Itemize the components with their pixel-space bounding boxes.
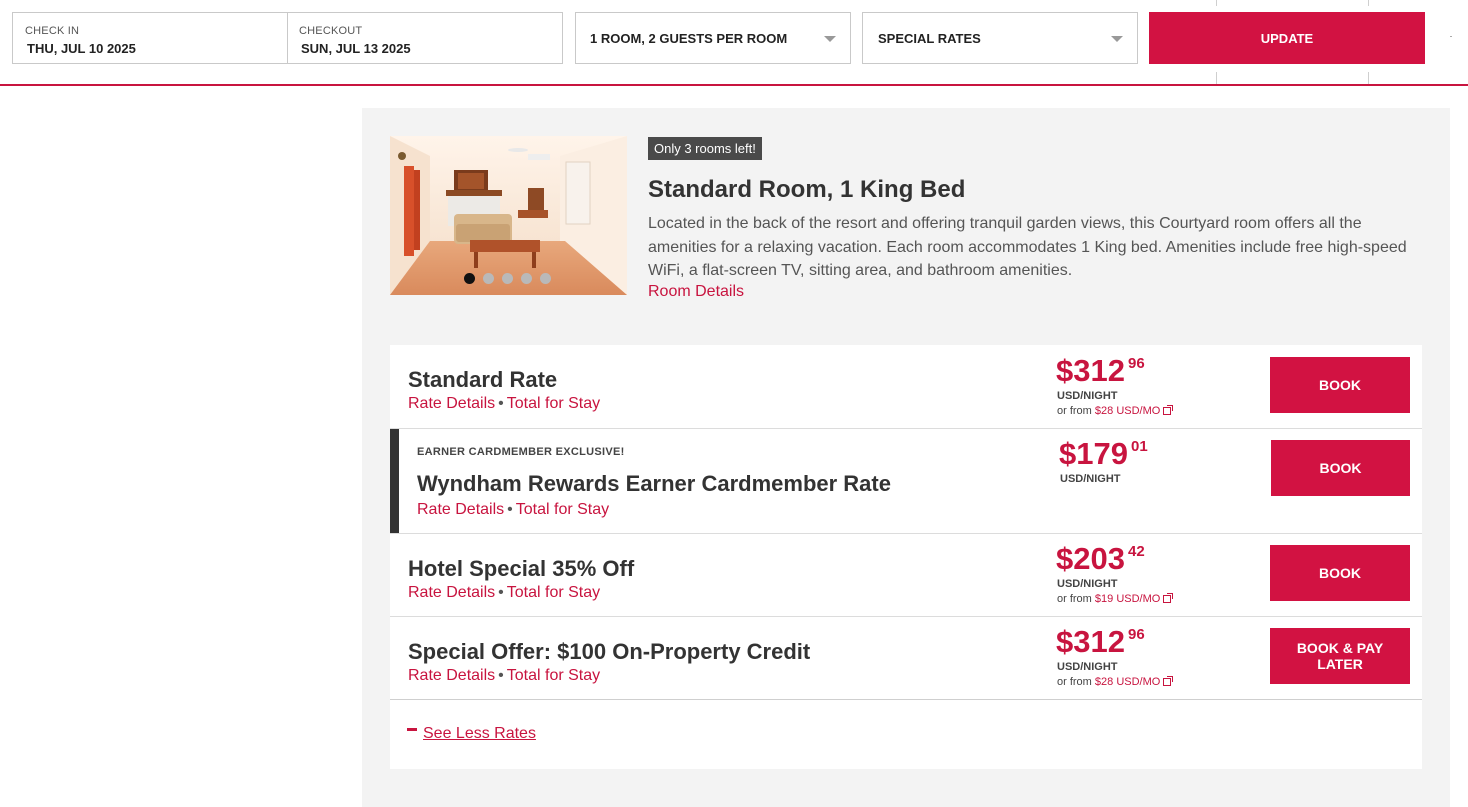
room-photo-carousel[interactable] — [390, 136, 627, 295]
rate-price: $312 96 — [1056, 353, 1145, 389]
monthly-price-link[interactable]: $28 USD/MO — [1095, 405, 1160, 417]
monthly-price: or from $28 USD/MO — [1057, 405, 1174, 417]
button-line: LATER — [1317, 656, 1363, 672]
link-separator: • — [498, 395, 504, 412]
rates-list: Standard Rate Rate Details • Total for Sta… — [390, 345, 1422, 769]
carousel-dot-4[interactable] — [521, 273, 532, 284]
price-dollars: $203 — [1056, 541, 1125, 576]
carousel-dot-5[interactable] — [540, 273, 551, 284]
price-unit: USD/NIGHT — [1057, 578, 1118, 590]
availability-badge: Only 3 rooms left! — [648, 137, 762, 160]
carousel-dot-3[interactable] — [502, 273, 513, 284]
caret-down-icon — [824, 36, 836, 42]
price-unit: USD/NIGHT — [1060, 473, 1121, 485]
rate-name: Hotel Special 35% Off — [408, 556, 635, 581]
rate-price: $179 01 — [1059, 436, 1148, 472]
total-for-stay-link[interactable]: Total for Stay — [507, 667, 600, 684]
rate-links: Rate Details • Total for Stay — [417, 501, 609, 519]
external-link-icon — [1163, 405, 1174, 415]
rooms-guests-select[interactable]: 1 ROOM, 2 GUESTS PER ROOM — [575, 12, 851, 64]
checkout-value: SUN, JUL 13 2025 — [301, 41, 411, 56]
link-separator: • — [507, 501, 513, 518]
price-cents: 42 — [1128, 543, 1145, 560]
special-rates-select[interactable]: SPECIAL RATES — [862, 12, 1138, 64]
monthly-price-prefix: or from — [1057, 676, 1092, 688]
monthly-price-link[interactable]: $28 USD/MO — [1095, 676, 1160, 688]
check-in-label: CHECK IN — [25, 25, 80, 37]
rate-links: Rate Details • Total for Stay — [408, 584, 600, 602]
special-rates-value: SPECIAL RATES — [878, 31, 981, 46]
room-description: Located in the back of the resort and of… — [648, 215, 1407, 279]
divider — [1450, 36, 1452, 37]
rate-details-link[interactable]: Rate Details — [408, 667, 495, 684]
price-dollars: $312 — [1056, 624, 1125, 659]
divider — [1368, 72, 1369, 84]
rate-name: Standard Rate — [408, 367, 558, 392]
rate-name: Special Offer: $100 On-Property Credit — [408, 639, 811, 664]
monthly-price-link[interactable]: $19 USD/MO — [1095, 593, 1160, 605]
rate-price: $203 42 — [1056, 541, 1145, 577]
price-unit: USD/NIGHT — [1057, 661, 1118, 673]
monthly-price: or from $28 USD/MO — [1057, 676, 1174, 688]
room-photo — [390, 136, 627, 295]
rate-row: EARNER CARDMEMBER EXCLUSIVE! Wyndham Rew… — [390, 429, 1422, 534]
link-separator: • — [498, 584, 504, 601]
rate-price: $312 96 — [1056, 624, 1145, 660]
caret-down-icon — [1111, 36, 1123, 42]
monthly-price-prefix: or from — [1057, 405, 1092, 417]
monthly-price-prefix: or from — [1057, 593, 1092, 605]
exclusive-accent-bar — [390, 429, 399, 533]
update-button[interactable]: UPDATE — [1149, 12, 1425, 64]
link-separator: • — [498, 667, 504, 684]
book-and-pay-later-button[interactable]: BOOK & PAY LATER — [1270, 628, 1410, 684]
rate-row: Hotel Special 35% Off Rate Details • Total… — [390, 534, 1422, 617]
price-cents: 01 — [1131, 438, 1148, 455]
see-less-rates-link[interactable]: See Less Rates — [407, 725, 536, 743]
divider — [1368, 0, 1369, 6]
checkout-label: CHECKOUT — [299, 25, 363, 37]
checkout-field[interactable]: CHECKOUT SUN, JUL 13 2025 — [287, 12, 563, 64]
room-panel: Only 3 rooms left! Standard Room, 1 King… — [362, 108, 1450, 807]
minus-icon — [407, 728, 417, 732]
book-button[interactable]: BOOK — [1270, 357, 1410, 413]
rate-details-link[interactable]: Rate Details — [408, 395, 495, 412]
price-cents: 96 — [1128, 355, 1145, 372]
divider — [1216, 72, 1217, 84]
check-in-value: THU, JUL 10 2025 — [27, 41, 136, 56]
price-cents: 96 — [1128, 626, 1145, 643]
rate-links: Rate Details • Total for Stay — [408, 395, 600, 413]
room-title: Standard Room, 1 King Bed — [648, 176, 966, 203]
rate-row: Special Offer: $100 On-Property Credit R… — [390, 617, 1422, 700]
rooms-guests-value: 1 ROOM, 2 GUESTS PER ROOM — [590, 31, 788, 46]
book-button[interactable]: BOOK — [1271, 440, 1410, 496]
total-for-stay-link[interactable]: Total for Stay — [516, 501, 609, 518]
price-dollars: $312 — [1056, 353, 1125, 388]
carousel-dot-2[interactable] — [483, 273, 494, 284]
rate-name: Wyndham Rewards Earner Cardmember Rate — [417, 471, 891, 496]
room-details-link[interactable]: Room Details — [648, 283, 744, 301]
external-link-icon — [1163, 676, 1174, 686]
rate-eyebrow: EARNER CARDMEMBER EXCLUSIVE! — [417, 446, 625, 458]
rate-details-link[interactable]: Rate Details — [408, 584, 495, 601]
check-in-field[interactable]: CHECK IN THU, JUL 10 2025 — [12, 12, 289, 64]
monthly-price: or from $19 USD/MO — [1057, 593, 1174, 605]
divider — [1216, 0, 1217, 6]
carousel-dots — [464, 273, 551, 284]
rate-links: Rate Details • Total for Stay — [408, 667, 600, 685]
price-unit: USD/NIGHT — [1057, 390, 1118, 402]
rate-details-link[interactable]: Rate Details — [417, 501, 504, 518]
rate-row: Standard Rate Rate Details • Total for Sta… — [390, 345, 1422, 429]
search-bar: CHECK IN THU, JUL 10 2025 CHECKOUT SUN, … — [0, 0, 1468, 86]
carousel-dot-1[interactable] — [464, 273, 475, 284]
button-line: BOOK & PAY — [1296, 640, 1384, 656]
price-dollars: $179 — [1059, 436, 1128, 471]
external-link-icon — [1163, 593, 1174, 603]
total-for-stay-link[interactable]: Total for Stay — [507, 395, 600, 412]
see-less-rates-label: See Less Rates — [423, 725, 536, 742]
total-for-stay-link[interactable]: Total for Stay — [507, 584, 600, 601]
book-button[interactable]: BOOK — [1270, 545, 1410, 601]
